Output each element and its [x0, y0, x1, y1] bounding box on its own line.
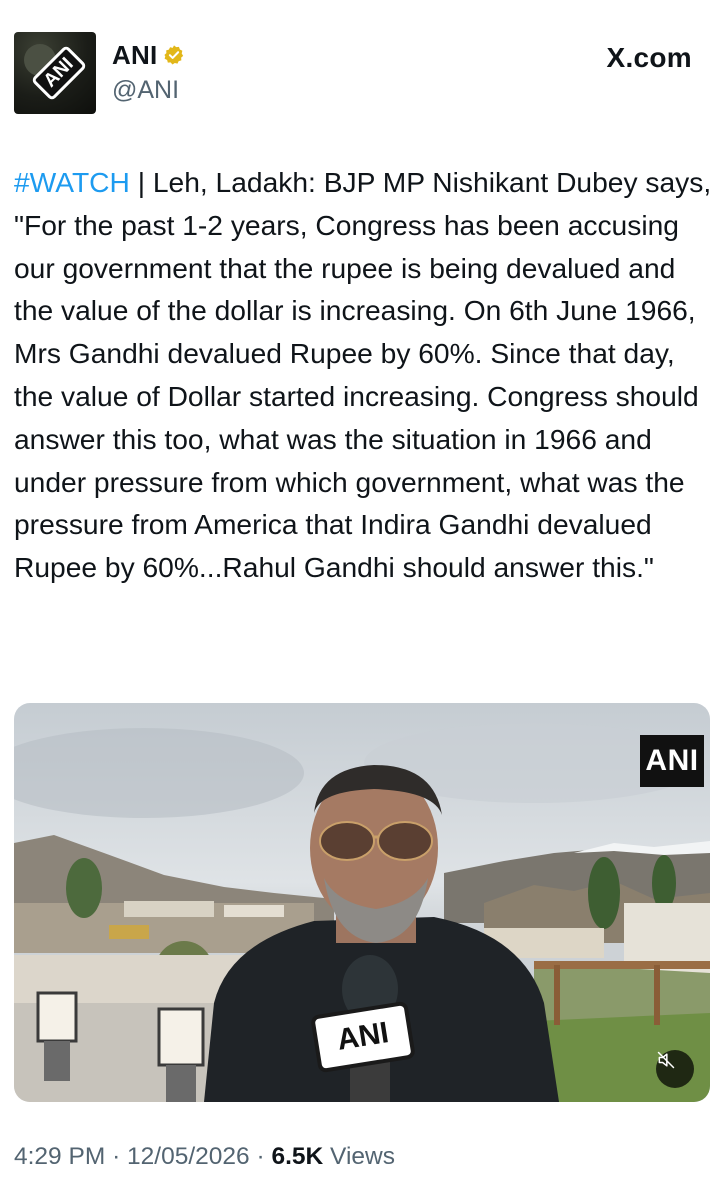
video-player[interactable]: ANI ANI: [14, 703, 710, 1102]
tweet-time[interactable]: 4:29 PM: [14, 1143, 105, 1170]
site-label: X.com: [606, 42, 692, 73]
name-line: ANI: [112, 40, 185, 70]
tweet-date[interactable]: 12/05/2026: [127, 1143, 250, 1170]
verified-badge-icon: [163, 44, 185, 66]
tweet-meta: 4:29 PM · 12/05/2026 · 6.5K Views: [14, 1143, 395, 1171]
hashtag-link[interactable]: #WATCH: [14, 166, 130, 198]
video-watermark: ANI: [640, 735, 704, 787]
tweet-body: | Leh, Ladakh: BJP MP Nishikant Dubey sa…: [14, 166, 712, 584]
avatar[interactable]: ANI: [14, 32, 96, 114]
mute-button[interactable]: [656, 1050, 694, 1088]
meta-separator: ·: [112, 1143, 121, 1170]
views-label: Views: [330, 1143, 395, 1170]
views-count: 6.5K: [271, 1143, 324, 1170]
tweet-header: ANI ANI @ANI X.com: [14, 32, 710, 114]
tweet-text: #WATCH | Leh, Ladakh: BJP MP Nishikant D…: [14, 161, 714, 589]
display-name[interactable]: ANI: [112, 40, 157, 71]
meta-separator: ·: [256, 1143, 265, 1170]
handle[interactable]: @ANI: [112, 76, 179, 105]
